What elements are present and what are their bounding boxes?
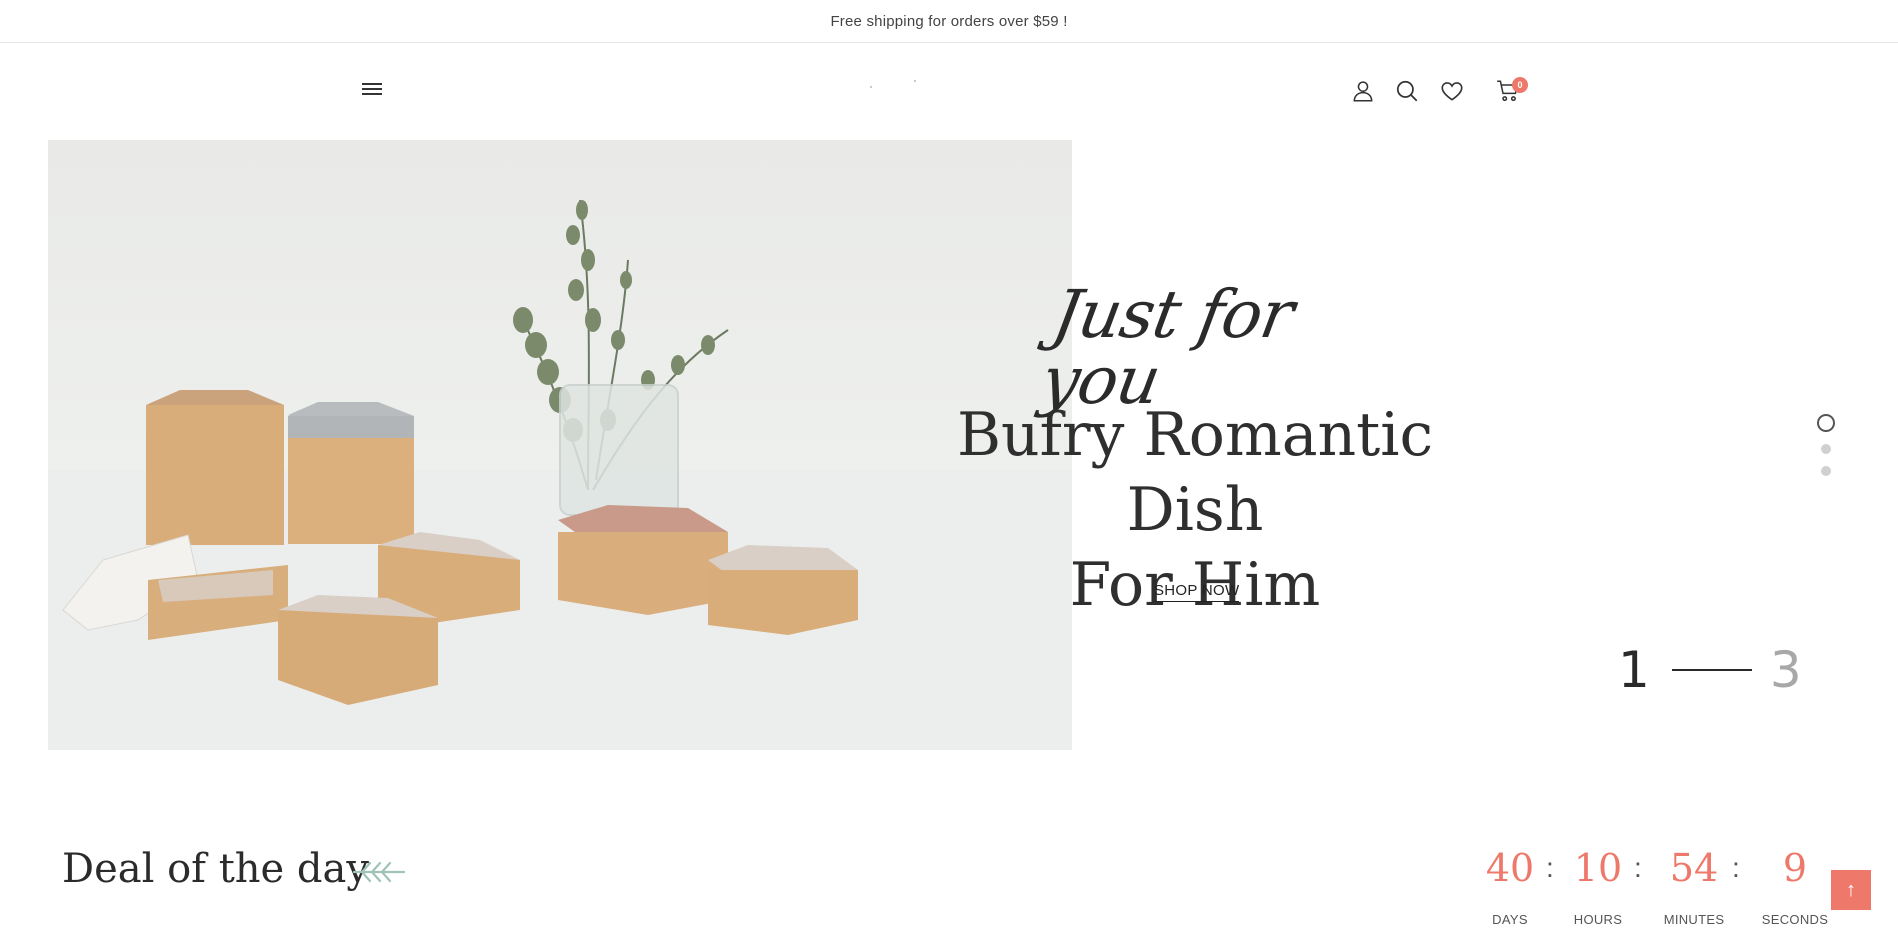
heart-icon[interactable]	[1439, 78, 1465, 104]
hero-title-line-1: Bufry Romantic Dish	[956, 400, 1434, 545]
announcement-text: Free shipping for orders over $59 !	[830, 12, 1068, 30]
hero-script-title: Just for you	[1035, 276, 1299, 419]
arrow-up-icon[interactable]: ↑	[1831, 870, 1871, 910]
leaf-icon	[352, 861, 406, 883]
slider-dot-3[interactable]	[1821, 466, 1831, 476]
countdown-seconds: 9	[1782, 846, 1808, 890]
deal-title: Deal of the day	[62, 846, 369, 892]
countdown-minutes: 54	[1669, 846, 1719, 890]
countdown-hours-label: HOURS	[1573, 912, 1623, 927]
site-header: 0	[0, 44, 1898, 140]
countdown-separator: :	[1634, 852, 1642, 883]
search-icon[interactable]	[1394, 78, 1420, 104]
logo[interactable]	[868, 80, 918, 90]
countdown-days: 40	[1485, 846, 1535, 890]
cart-count-badge: 0	[1512, 77, 1528, 93]
countdown-minutes-label: MINUTES	[1663, 912, 1725, 927]
slide-total: 3	[1769, 641, 1802, 699]
slider-dots	[1817, 414, 1835, 488]
user-icon[interactable]	[1350, 78, 1376, 104]
countdown-seconds-label: SECONDS	[1761, 912, 1829, 927]
countdown-hours: 10	[1573, 846, 1623, 890]
countdown-separator: :	[1546, 852, 1554, 883]
slide-current: 1	[1618, 641, 1650, 699]
countdown-days-label: DAYS	[1492, 912, 1528, 927]
slide-counter-line	[1671, 669, 1752, 671]
slide-counter: 1 3	[1618, 640, 1802, 700]
slider-dot-2[interactable]	[1821, 444, 1831, 454]
hamburger-menu-icon[interactable]	[360, 80, 384, 100]
slider-dot-1[interactable]	[1817, 414, 1835, 432]
countdown-separator: :	[1732, 852, 1740, 883]
announcement-bar: Free shipping for orders over $59 !	[0, 0, 1898, 43]
scroll-top-glyph: ↑	[1846, 878, 1856, 901]
shop-now-button[interactable]: SHOP NOW	[1154, 582, 1240, 602]
